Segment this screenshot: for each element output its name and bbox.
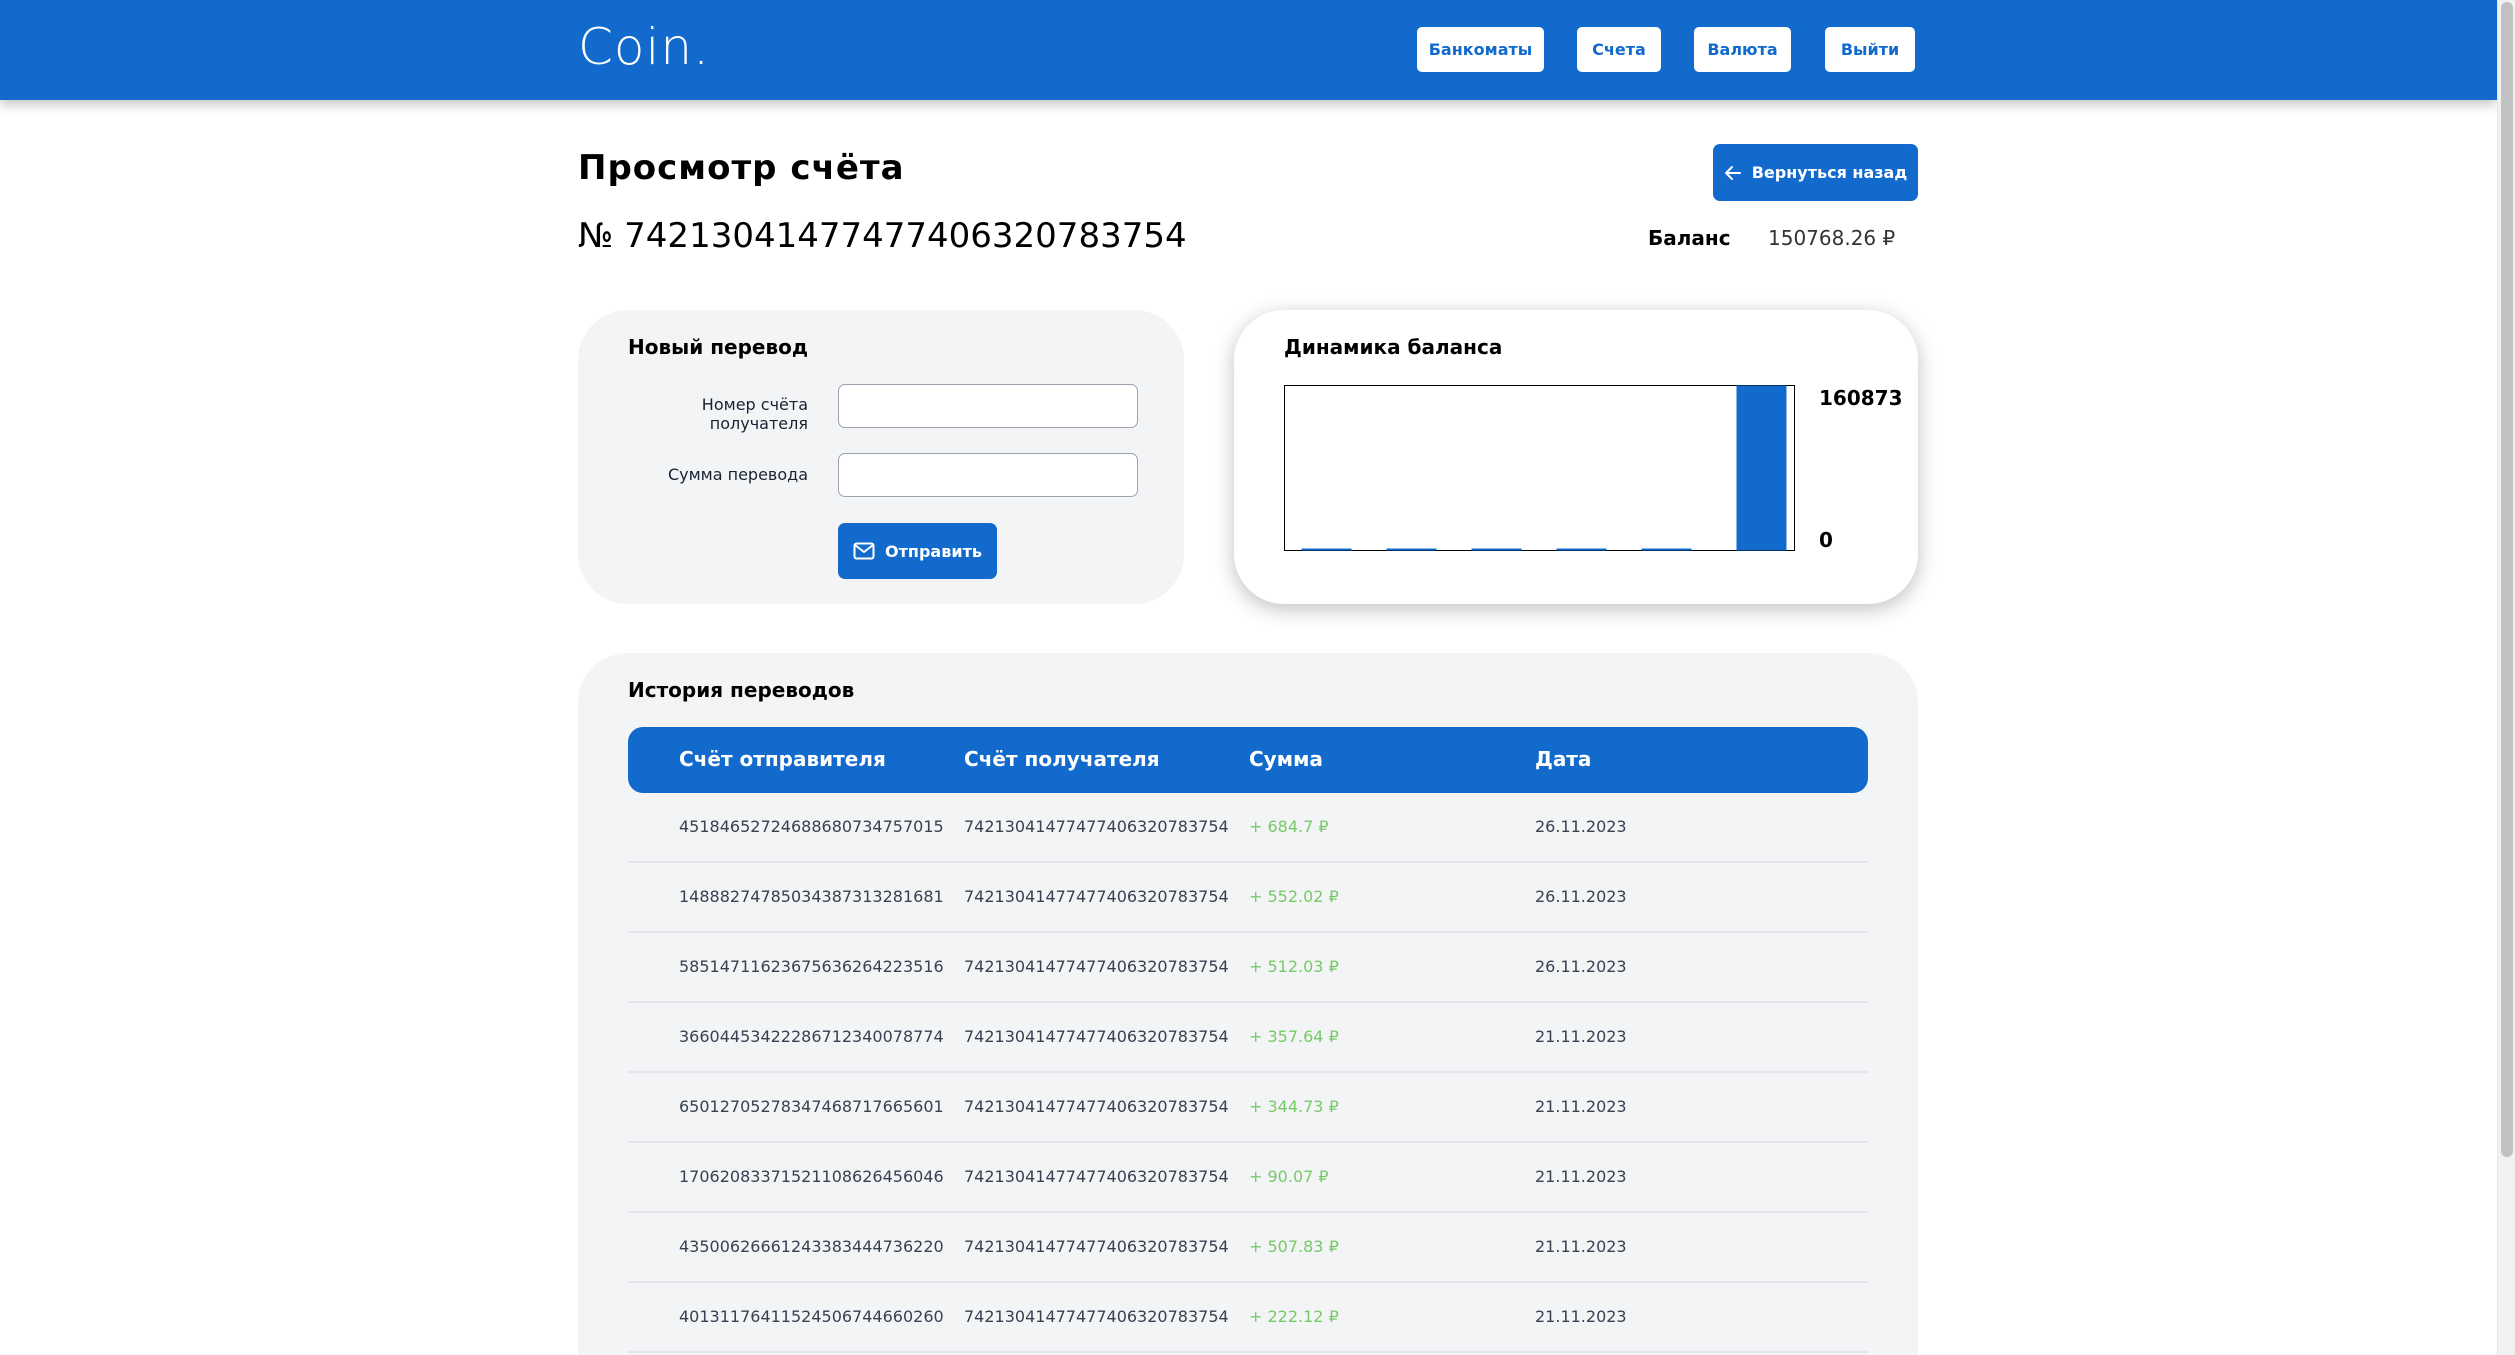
logo: Coin. — [578, 18, 710, 76]
chart-bar — [1641, 548, 1692, 551]
recipient-cell: 74213041477477406320783754 — [964, 1167, 1229, 1186]
recipient-input[interactable] — [838, 384, 1138, 428]
column-header-sender: Счёт отправителя — [679, 747, 886, 771]
sender-cell: 65012705278347468717665601 — [679, 1097, 944, 1116]
table-row: 17062083371521108626456046 7421304147747… — [628, 1143, 1868, 1213]
table-row: 45184652724688680734757015 7421304147747… — [628, 793, 1868, 863]
recipient-cell: 74213041477477406320783754 — [964, 1237, 1229, 1256]
nav-button-logout[interactable]: Выйти — [1823, 25, 1917, 74]
account-number: № 74213041477477406320783754 — [578, 216, 1187, 256]
history-table-header: Счёт отправителя Счёт получателя Сумма Д… — [628, 727, 1868, 793]
transfer-history-card: История переводов Счёт отправителя Счёт … — [578, 653, 1918, 1355]
table-row: 43500626661243383444736220 7421304147747… — [628, 1213, 1868, 1283]
chart-bar — [1301, 548, 1352, 551]
send-button-label: Отправить — [885, 541, 982, 561]
chart-bar — [1386, 548, 1437, 551]
balance-value: 150768.26 ₽ — [1768, 226, 1896, 250]
new-transfer-title: Новый перевод — [628, 335, 809, 359]
nav-button-accounts[interactable]: Счета — [1575, 25, 1663, 74]
header: Coin. Банкоматы Счета Валюта Выйти — [0, 0, 2497, 100]
date-cell: 21.11.2023 — [1535, 1097, 1627, 1116]
recipient-cell: 74213041477477406320783754 — [964, 887, 1229, 906]
chart-y-min-label: 0 — [1819, 528, 1833, 552]
amount-cell: + 507.83 ₽ — [1249, 1237, 1339, 1256]
chart-bar — [1736, 385, 1787, 551]
table-row: 36604453422286712340078774 7421304147747… — [628, 1003, 1868, 1073]
page: Coin. Банкоматы Счета Валюта Выйти Просм… — [0, 0, 2515, 1355]
sender-cell: 45184652724688680734757015 — [679, 817, 944, 836]
amount-cell: + 344.73 ₽ — [1249, 1097, 1339, 1116]
date-cell: 21.11.2023 — [1535, 1307, 1627, 1326]
back-button[interactable]: Вернуться назад — [1713, 144, 1918, 201]
table-row: 14888274785034387313281681 7421304147747… — [628, 863, 1868, 933]
table-row: 65012705278347468717665601 7421304147747… — [628, 1073, 1868, 1143]
balance-chart — [1284, 385, 1795, 551]
balance-label: Баланс — [1648, 226, 1731, 250]
date-cell: 26.11.2023 — [1535, 957, 1627, 976]
sender-cell: 43500626661243383444736220 — [679, 1237, 944, 1256]
back-button-label: Вернуться назад — [1751, 163, 1908, 182]
amount-cell: + 90.07 ₽ — [1249, 1167, 1329, 1186]
amount-cell: + 552.02 ₽ — [1249, 887, 1339, 906]
sender-cell: 17062083371521108626456046 — [679, 1167, 944, 1186]
recipient-label: Номер счёта получателя — [701, 395, 808, 433]
column-header-recipient: Счёт получателя — [964, 747, 1160, 771]
recipient-cell: 74213041477477406320783754 — [964, 1097, 1229, 1116]
date-cell: 21.11.2023 — [1535, 1027, 1627, 1046]
new-transfer-card: Новый перевод Номер счёта получателя Сум… — [578, 310, 1184, 604]
history-table-body: 45184652724688680734757015 7421304147747… — [628, 793, 1868, 1353]
recipient-cell: 74213041477477406320783754 — [964, 1027, 1229, 1046]
chart-bar — [1556, 548, 1607, 551]
chart-title: Динамика баланса — [1284, 335, 1503, 359]
sender-cell: 58514711623675636264223516 — [679, 957, 944, 976]
page-title: Просмотр счёта — [578, 148, 905, 188]
date-cell: 21.11.2023 — [1535, 1167, 1627, 1186]
column-header-date: Дата — [1535, 747, 1592, 771]
scrollbar-thumb[interactable] — [2501, 2, 2513, 1157]
envelope-icon — [853, 542, 875, 560]
amount-cell: + 357.64 ₽ — [1249, 1027, 1339, 1046]
amount-cell: + 684.7 ₽ — [1249, 817, 1329, 836]
sender-cell: 40131176411524506744660260 — [679, 1307, 944, 1326]
column-header-amount: Сумма — [1249, 747, 1323, 771]
history-title: История переводов — [628, 678, 855, 702]
amount-input[interactable] — [838, 453, 1138, 497]
date-cell: 26.11.2023 — [1535, 887, 1627, 906]
sender-cell: 36604453422286712340078774 — [679, 1027, 944, 1046]
chart-frame — [1284, 385, 1795, 551]
table-row: 58514711623675636264223516 7421304147747… — [628, 933, 1868, 1003]
recipient-cell: 74213041477477406320783754 — [964, 957, 1229, 976]
amount-cell: + 222.12 ₽ — [1249, 1307, 1339, 1326]
amount-cell: + 512.03 ₽ — [1249, 957, 1339, 976]
page-scrollbar[interactable] — [2497, 0, 2515, 1355]
sender-cell: 14888274785034387313281681 — [679, 887, 944, 906]
date-cell: 21.11.2023 — [1535, 1237, 1627, 1256]
table-row: 40131176411524506744660260 7421304147747… — [628, 1283, 1868, 1353]
balance-chart-card[interactable]: Динамика баланса 160873 0 — [1234, 310, 1918, 604]
nav-button-currency[interactable]: Валюта — [1692, 25, 1793, 74]
amount-label: Сумма перевода — [667, 465, 808, 484]
arrow-left-icon — [1724, 165, 1741, 180]
send-button[interactable]: Отправить — [838, 523, 997, 579]
date-cell: 26.11.2023 — [1535, 817, 1627, 836]
chart-y-max-label: 160873 — [1819, 386, 1903, 410]
recipient-cell: 74213041477477406320783754 — [964, 1307, 1229, 1326]
nav-button-atms[interactable]: Банкоматы — [1415, 25, 1546, 74]
chart-bar — [1471, 548, 1522, 551]
recipient-cell: 74213041477477406320783754 — [964, 817, 1229, 836]
